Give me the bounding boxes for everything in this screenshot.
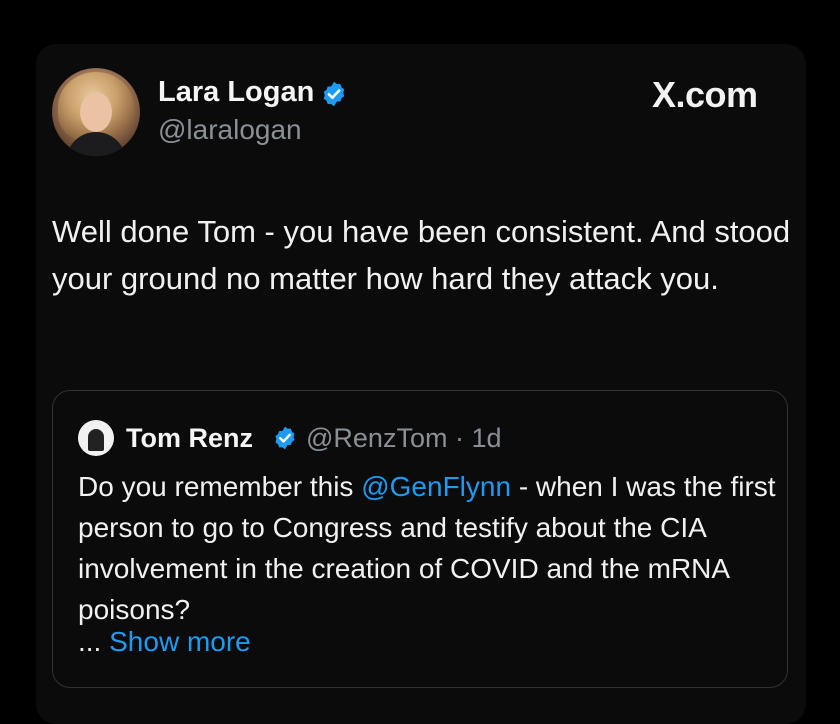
- quoted-author-name[interactable]: Tom Renz: [126, 423, 253, 454]
- ellipsis: ...: [78, 626, 110, 657]
- quoted-timestamp[interactable]: 1d: [471, 423, 501, 453]
- avatar-face: [80, 92, 112, 132]
- author-avatar[interactable]: [52, 68, 140, 156]
- mention-link[interactable]: @GenFlynn: [361, 471, 511, 502]
- quoted-tweet-text: Do you remember this @GenFlynn - when I …: [78, 466, 778, 630]
- quoted-author-avatar[interactable]: [78, 420, 114, 456]
- tweet-text: Well done Tom - you have been consistent…: [52, 214, 791, 296]
- quoted-avatar-figure: [88, 429, 104, 451]
- show-more-line: ... Show more: [78, 626, 251, 658]
- author-name[interactable]: Lara Logan: [158, 76, 314, 109]
- author-handle[interactable]: @laralogan: [158, 114, 302, 146]
- verified-badge-icon: [323, 81, 345, 107]
- show-more-link[interactable]: Show more: [109, 626, 251, 657]
- quoted-handle-time: @RenzTom · 1d: [306, 423, 502, 454]
- quoted-separator: ·: [447, 423, 472, 453]
- quoted-author-handle[interactable]: @RenzTom: [306, 423, 447, 453]
- quoted-verified-badge-icon: [275, 426, 295, 450]
- quoted-text-before: Do you remember this: [78, 471, 362, 502]
- x-com-watermark: X.com: [652, 74, 758, 115]
